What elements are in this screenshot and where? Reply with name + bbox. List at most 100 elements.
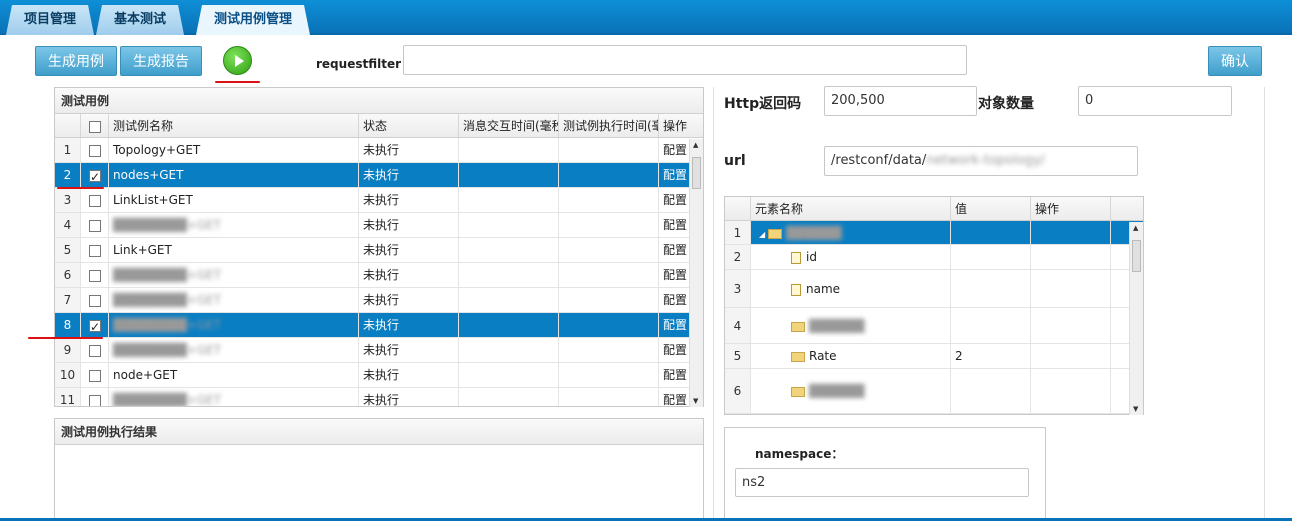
case-grid-scrollbar[interactable]: ▲ ▼ xyxy=(689,139,703,407)
case-name-cell: ████████+GET xyxy=(109,313,359,337)
row-number: 3 xyxy=(55,188,81,212)
row-checkbox[interactable] xyxy=(89,315,101,337)
top-tab-bar: 项目管理 基本测试 测试用例管理 xyxy=(0,0,1292,35)
row-checkbox-cell xyxy=(81,263,109,287)
header-case-name: 测试例名称 xyxy=(109,114,359,137)
tree-header-op: 操作 xyxy=(1031,197,1111,220)
configure-link[interactable]: 配置 xyxy=(659,388,689,406)
element-value xyxy=(951,270,1031,307)
row-checkbox-cell xyxy=(81,313,109,337)
element-op xyxy=(1031,270,1111,307)
configure-link[interactable]: 配置 xyxy=(659,138,689,162)
blurred-text: ██████ xyxy=(786,226,842,240)
case-msg-time xyxy=(459,313,559,337)
element-tree-body: 1 ◢ ██████ 2 id 3 name 4 ██████ 5 Rate 2 6 ██████ xyxy=(725,221,1143,414)
row-checkbox-cell xyxy=(81,163,109,187)
configure-link[interactable]: 配置 xyxy=(659,313,689,337)
case-exec-time xyxy=(559,188,659,212)
request-filter-input[interactable] xyxy=(403,45,967,75)
case-row[interactable]: 1 Topology+GET 未执行 配置 xyxy=(55,138,703,163)
row-checkbox[interactable] xyxy=(89,165,101,187)
generate-report-button[interactable]: 生成报告 xyxy=(120,46,202,76)
tree-row[interactable]: 3 name xyxy=(725,270,1143,308)
row-checkbox-cell xyxy=(81,238,109,262)
case-name-cell: LinkList+GET xyxy=(109,188,359,212)
test-case-grid-body: 1Topology+GET未执行配置2nodes+GET未执行配置3 LinkLi… xyxy=(55,138,703,406)
red-underline-row2 xyxy=(57,187,104,189)
case-name: LinkList+GET xyxy=(113,193,193,207)
header-status: 状态 xyxy=(359,114,459,137)
tree-row[interactable]: 1 ◢ ██████ xyxy=(725,221,1143,245)
blurred-text: ████████+GET xyxy=(113,393,222,406)
tab-test-case-management[interactable]: 测试用例管理 xyxy=(196,5,310,35)
case-row[interactable]: 4 ████████+GET 未执行 配置 xyxy=(55,213,703,238)
case-name-cell: ████████+GET xyxy=(109,213,359,237)
configure-link[interactable]: 配置 xyxy=(659,263,689,287)
case-row[interactable]: 7 ████████+GET 未执行 配置 xyxy=(55,288,703,313)
case-row[interactable]: 5 Link+GET 未执行 配置 xyxy=(55,238,703,263)
namespace-input[interactable]: ns2 xyxy=(735,468,1029,497)
tab-basic-test[interactable]: 基本测试 xyxy=(96,5,184,35)
element-name: id xyxy=(806,250,817,264)
case-row[interactable]: 3 LinkList+GET 未执行 配置 xyxy=(55,188,703,213)
header-op: 操作 xyxy=(663,119,688,133)
configure-link[interactable]: 配置 xyxy=(659,163,689,187)
configure-link[interactable]: 配置 xyxy=(659,213,689,237)
case-row[interactable]: 11 ████████+GET 未执行 配置 xyxy=(55,388,703,406)
case-exec-time xyxy=(559,138,659,162)
case-name-cell: Topology+GET xyxy=(109,138,359,162)
namespace-panel: namespace： ns2 xyxy=(724,427,1046,521)
tree-row[interactable]: 5 Rate 2 xyxy=(725,344,1143,369)
element-value xyxy=(951,245,1031,269)
element-tree-grid: 元素名称 值 操作 1 ◢ ██████ 2 id 3 name 4 ██████ 5 Rate 2 6… xyxy=(724,196,1144,415)
case-row[interactable]: 8 ████████+GET 未执行 配置 xyxy=(55,313,703,338)
http-code-input[interactable]: 200,500 xyxy=(824,86,977,116)
case-row[interactable]: 10 node+GET 未执行 配置 xyxy=(55,363,703,388)
test-case-panel-title: 测试用例 xyxy=(55,88,703,114)
generate-case-button[interactable]: 生成用例 xyxy=(35,46,117,76)
case-exec-time xyxy=(559,238,659,262)
tree-row[interactable]: 2 id xyxy=(725,245,1143,270)
configure-link[interactable]: 配置 xyxy=(659,363,689,387)
configure-link[interactable]: 配置 xyxy=(659,238,689,262)
row-checkbox[interactable] xyxy=(89,219,101,232)
tab-project-management[interactable]: 项目管理 xyxy=(6,5,94,35)
tree-row-number: 2 xyxy=(725,245,751,269)
run-play-icon[interactable] xyxy=(223,46,252,75)
object-count-input[interactable]: 0 xyxy=(1078,86,1232,116)
url-input[interactable]: /restconf/data/network-topology/ xyxy=(824,146,1138,176)
confirm-button[interactable]: 确认 xyxy=(1208,46,1262,76)
case-row[interactable]: 2 nodes+GET 未执行 配置 xyxy=(55,163,703,188)
element-name-cell: ██████ xyxy=(751,369,951,413)
tree-row[interactable]: 6 ██████ xyxy=(725,369,1143,414)
case-row[interactable]: 6 ████████+GET 未执行 配置 xyxy=(55,263,703,288)
tree-row-number: 6 xyxy=(725,369,751,413)
row-checkbox[interactable] xyxy=(89,144,101,157)
row-checkbox[interactable] xyxy=(89,269,101,282)
tree-scrollbar[interactable]: ▲ ▼ xyxy=(1129,222,1143,415)
case-name-cell: node+GET xyxy=(109,363,359,387)
folder-icon xyxy=(768,228,783,239)
row-checkbox[interactable] xyxy=(89,369,101,382)
row-checkbox[interactable] xyxy=(89,194,101,207)
row-number: 9 xyxy=(55,338,81,362)
blurred-text: ████████+GET xyxy=(113,268,222,282)
collapse-arrow-icon[interactable]: ◢ xyxy=(759,230,765,239)
configure-link[interactable]: 配置 xyxy=(659,188,689,212)
tree-row-number: 5 xyxy=(725,344,751,368)
row-checkbox[interactable] xyxy=(89,344,101,357)
header-exec-time: 测试例执行时间(毫 xyxy=(559,114,659,137)
row-checkbox[interactable] xyxy=(89,394,101,406)
row-number: 4 xyxy=(55,213,81,237)
file-icon xyxy=(791,283,801,296)
test-case-grid-header: 测试例名称 状态 消息交互时间(毫秒 测试例执行时间(毫 操作 xyxy=(55,114,703,138)
element-name: name xyxy=(806,282,841,296)
select-all-checkbox[interactable] xyxy=(89,120,101,133)
row-checkbox[interactable] xyxy=(89,244,101,257)
case-exec-time xyxy=(559,388,659,406)
configure-link[interactable]: 配置 xyxy=(659,338,689,362)
configure-link[interactable]: 配置 xyxy=(659,288,689,312)
case-row[interactable]: 9 ████████+GET 未执行 配置 xyxy=(55,338,703,363)
tree-row[interactable]: 4 ██████ xyxy=(725,308,1143,344)
row-checkbox[interactable] xyxy=(89,294,101,307)
